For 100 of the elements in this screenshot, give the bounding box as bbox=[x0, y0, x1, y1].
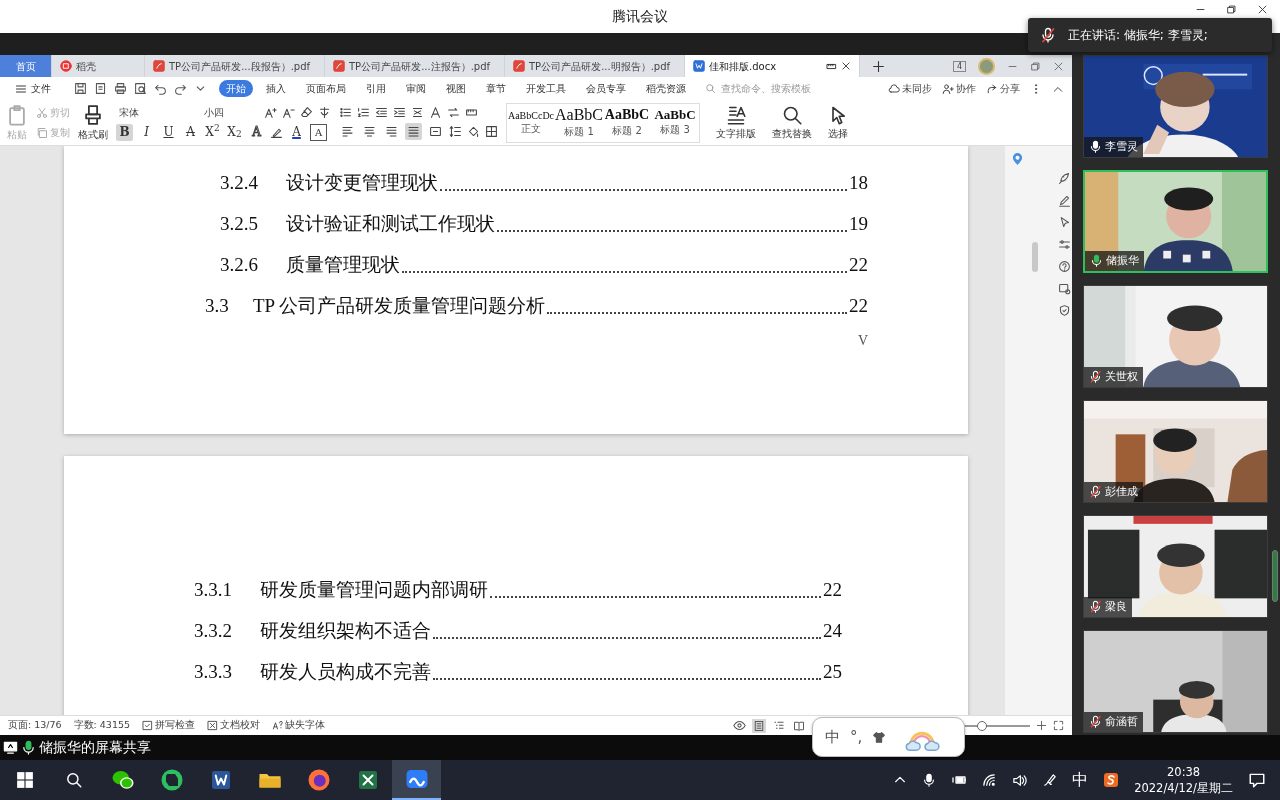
numbering-icon[interactable] bbox=[357, 105, 370, 119]
restore-button[interactable] bbox=[1226, 4, 1237, 15]
sliders-icon[interactable] bbox=[1058, 238, 1071, 251]
phonetic-icon[interactable] bbox=[318, 105, 331, 119]
text-layout-button[interactable]: 文字排版 bbox=[716, 104, 756, 141]
search-field[interactable]: 查找命令、搜索模板 bbox=[705, 80, 819, 97]
input-method-indicator[interactable]: 中 bbox=[1072, 768, 1089, 792]
italic-button[interactable]: I bbox=[138, 123, 155, 141]
close-button[interactable] bbox=[1257, 4, 1268, 15]
zoom-in-icon[interactable] bbox=[1036, 720, 1047, 731]
zoom-slider[interactable] bbox=[977, 720, 987, 731]
document-check-icon[interactable] bbox=[1058, 282, 1071, 295]
start-button[interactable] bbox=[15, 771, 34, 789]
bullets-icon[interactable] bbox=[339, 105, 352, 119]
bold-button[interactable]: B bbox=[116, 123, 133, 141]
document-tab[interactable]: 首页 bbox=[0, 55, 52, 77]
style-option[interactable]: AaBbCcDc 正文 bbox=[507, 103, 555, 142]
select-button[interactable]: 选择 bbox=[828, 104, 848, 141]
menu-tab[interactable]: 稻壳资源 bbox=[639, 80, 693, 97]
sync-button[interactable]: 未同步 bbox=[888, 81, 932, 96]
menu-tab[interactable]: 视图 bbox=[439, 80, 473, 97]
decrease-indent-icon[interactable] bbox=[375, 105, 388, 119]
eraser-icon[interactable] bbox=[300, 105, 313, 119]
location-pin-icon[interactable] bbox=[1011, 152, 1024, 165]
menu-tab[interactable]: 页面布局 bbox=[299, 80, 353, 97]
wifi-icon[interactable] bbox=[982, 772, 998, 788]
menu-tab[interactable]: 章节 bbox=[479, 80, 513, 97]
eye-icon[interactable] bbox=[733, 719, 746, 732]
window-count-button[interactable]: 4 bbox=[952, 60, 966, 72]
file-menu[interactable]: 文件 bbox=[8, 80, 58, 97]
line-spacing-icon[interactable] bbox=[449, 124, 462, 138]
pen-icon[interactable] bbox=[1042, 772, 1058, 788]
grow-font-icon[interactable] bbox=[264, 105, 277, 119]
character-border-button[interactable]: A bbox=[310, 123, 327, 141]
font-color-button[interactable]: A bbox=[288, 123, 305, 141]
menu-tab[interactable]: 开发工具 bbox=[519, 80, 573, 97]
skin-icon[interactable] bbox=[872, 730, 887, 744]
punctuation-toggle[interactable]: °, bbox=[850, 725, 863, 749]
justify-button[interactable] bbox=[405, 122, 422, 140]
proofread-button[interactable]: 文档校对 bbox=[207, 718, 261, 733]
print-icon[interactable] bbox=[114, 82, 127, 95]
scrollbar-thumb[interactable] bbox=[1032, 242, 1038, 272]
export-icon[interactable] bbox=[94, 82, 107, 95]
style-option[interactable]: AaBbC 标题 1 bbox=[555, 103, 603, 142]
menu-tab[interactable]: 插入 bbox=[259, 80, 293, 97]
help-icon[interactable] bbox=[1058, 260, 1071, 273]
search-icon[interactable] bbox=[64, 771, 83, 789]
cursor-icon[interactable] bbox=[1058, 216, 1071, 229]
print-preview-icon[interactable] bbox=[134, 82, 147, 95]
style-option[interactable]: AaBbC 标题 3 bbox=[651, 103, 699, 142]
close-tab-icon[interactable] bbox=[841, 61, 851, 71]
fullscreen-icon[interactable] bbox=[1053, 720, 1064, 731]
find-replace-button[interactable]: 查找替换 bbox=[772, 104, 812, 141]
document-tab[interactable]: 稻壳 bbox=[52, 55, 145, 77]
superscript-button[interactable]: X$^{2}$ bbox=[204, 123, 221, 141]
missing-fonts-button[interactable]: 缺失字体 bbox=[272, 718, 326, 733]
document-tab[interactable]: 佳和排版.docx bbox=[685, 55, 860, 77]
style-option[interactable]: AaBbC 标题 2 bbox=[603, 103, 651, 142]
subscript-button[interactable]: X$_{2}$ bbox=[226, 123, 243, 141]
document-tab[interactable]: TP公司产品研发...注报告）.pdf bbox=[325, 55, 505, 77]
notification-icon[interactable] bbox=[1248, 771, 1266, 789]
menu-tab[interactable]: 引用 bbox=[359, 80, 393, 97]
format-painter-button[interactable]: 格式刷 bbox=[78, 103, 108, 142]
volume-icon[interactable] bbox=[1012, 772, 1028, 788]
share-button[interactable]: 分享 bbox=[986, 81, 1020, 96]
text-effect-button[interactable]: A bbox=[248, 123, 265, 141]
font-size-select[interactable]: 小四 bbox=[201, 104, 259, 120]
video-tile[interactable]: 关世权 bbox=[1083, 285, 1268, 388]
microphone-icon[interactable] bbox=[922, 773, 937, 787]
menu-tab[interactable]: 审阅 bbox=[399, 80, 433, 97]
sort-icon[interactable] bbox=[411, 105, 424, 119]
sogou-icon[interactable] bbox=[1103, 772, 1120, 788]
shield-icon[interactable] bbox=[1058, 304, 1071, 317]
taskbar-app[interactable] bbox=[392, 760, 441, 800]
increase-indent-icon[interactable] bbox=[393, 105, 406, 119]
borders-icon[interactable] bbox=[485, 124, 498, 138]
video-tile[interactable]: 梁良 bbox=[1083, 515, 1268, 618]
strikethrough-button[interactable]: A bbox=[182, 123, 199, 141]
video-tile[interactable]: 储振华 bbox=[1083, 170, 1268, 273]
video-tile[interactable]: 俞涵哲 bbox=[1083, 630, 1268, 733]
menu-tab[interactable]: 开始 bbox=[219, 80, 253, 97]
save-icon[interactable] bbox=[74, 82, 87, 95]
undo-icon[interactable] bbox=[154, 82, 167, 95]
page-view-button[interactable] bbox=[752, 718, 766, 733]
video-tile[interactable]: 彭佳成 bbox=[1083, 400, 1268, 503]
shading-icon[interactable] bbox=[467, 124, 480, 138]
input-mode-toggle[interactable]: 中 bbox=[825, 725, 840, 749]
redo-icon[interactable] bbox=[174, 82, 187, 95]
clock[interactable]: 20:38 2022/4/12/星期二 bbox=[1134, 764, 1233, 796]
tab-icon[interactable] bbox=[447, 105, 460, 119]
collaborate-button[interactable]: 协作 bbox=[942, 81, 976, 96]
underline-button[interactable]: U bbox=[160, 123, 177, 141]
video-tile[interactable]: 李雪灵 bbox=[1083, 55, 1268, 158]
scrollbar-thumb[interactable] bbox=[1272, 550, 1278, 602]
document-tab[interactable]: TP公司产品研发...段报告）.pdf bbox=[145, 55, 325, 77]
font-select[interactable]: 宋体 bbox=[116, 104, 196, 120]
new-tab-icon[interactable] bbox=[872, 59, 885, 73]
chinese-layout-icon[interactable] bbox=[429, 105, 442, 119]
menu-tab[interactable]: 会员专享 bbox=[579, 80, 633, 97]
restore-button[interactable] bbox=[1030, 60, 1041, 72]
